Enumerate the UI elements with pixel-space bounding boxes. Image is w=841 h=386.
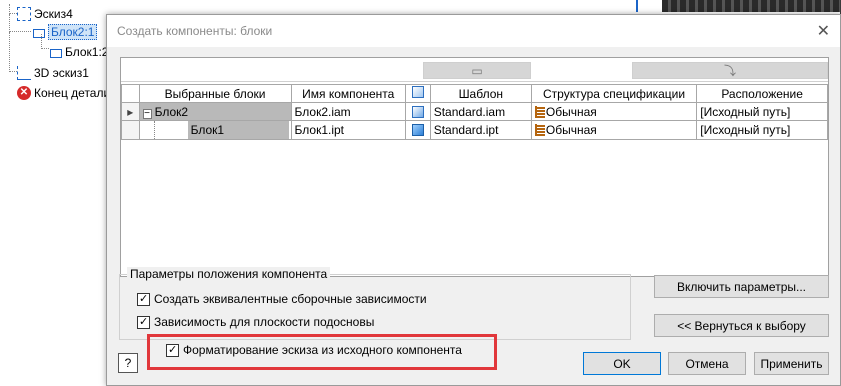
checkbox[interactable] (137, 292, 150, 306)
tree-connector (9, 4, 17, 14)
option-label: Зависимость для плоскости подосновы (154, 315, 375, 329)
new-document-button[interactable]: ▭ (423, 62, 531, 79)
assembly-icon (411, 105, 424, 118)
type-cell[interactable] (404, 102, 431, 121)
checkbox[interactable] (166, 343, 179, 357)
checkbox[interactable] (137, 315, 150, 329)
component-type-icon (411, 86, 424, 98)
dialog-titlebar: Создать компоненты: блоки ✕ (107, 15, 840, 47)
background-edge (636, 0, 638, 12)
component-name-cell[interactable]: Блок2.iam (290, 102, 406, 121)
model-browser: Эскиз4 Блок2:1 Блок1:2 3D эскиз1 ✕ Конец… (0, 0, 110, 386)
document-icon: ▭ (471, 63, 483, 78)
block-name-cell[interactable]: − Блок2 (138, 102, 292, 121)
bom-structure-value: Обычная (545, 123, 597, 137)
row-marker: ▸ (121, 102, 140, 121)
column-header[interactable]: Расположение (696, 84, 828, 103)
equivalent-constraints-option[interactable]: Создать эквивалентные сборочные зависимо… (137, 292, 427, 306)
sketch-3d-icon (17, 66, 31, 80)
column-header[interactable]: Шаблон (429, 84, 532, 103)
location-cell[interactable]: [Исходный путь] (696, 120, 828, 140)
grid-toolbar: ▭ ⤵ (121, 58, 828, 82)
column-header[interactable]: Структура спецификации (530, 84, 698, 103)
group-legend: Параметры положения компонента (127, 267, 331, 281)
component-name-cell[interactable]: Блок1.ipt (290, 120, 406, 140)
background-viewport (662, 0, 841, 12)
corner-cell (121, 84, 140, 103)
help-icon: ? (124, 356, 132, 370)
block-name: Блок2 (154, 104, 189, 119)
tree-connector (9, 32, 17, 72)
table-header-row: Выбранные блоки Имя компонента Шаблон Ст… (121, 84, 828, 103)
bom-structure-cell[interactable]: Обычная (530, 120, 698, 140)
option-label: Форматирование эскиза из исходного компо… (183, 343, 462, 357)
ok-button[interactable]: OK (583, 352, 661, 375)
expand-toggle[interactable]: − (142, 108, 152, 119)
tree-item-end-of-part[interactable]: ✕ Конец детали (17, 83, 110, 103)
type-cell[interactable] (404, 120, 431, 140)
base-plane-constraint-option[interactable]: Зависимость для плоскости подосновы (137, 315, 374, 329)
tree-connector (9, 14, 31, 32)
format-sketch-option[interactable]: Форматирование эскиза из исходного компо… (166, 343, 462, 357)
create-components-dialog: Создать компоненты: блоки ✕ ▭ ⤵ Выбранны… (106, 14, 841, 386)
dialog-title: Создать компоненты: блоки (117, 24, 273, 38)
tree-item-block1[interactable]: Блок1:2 (50, 42, 108, 62)
table-row[interactable]: Блок1 Блок1.ipt Standard.ipt Обычная [Ис… (121, 120, 828, 140)
bom-structure-cell[interactable]: Обычная (530, 102, 698, 121)
replace-icon: ⤵ (723, 64, 736, 78)
option-label: Создать эквивалентные сборочные зависимо… (154, 292, 427, 306)
tree-item-label: Блок1:2 (65, 45, 109, 59)
back-to-selection-button[interactable]: << Вернуться к выбору (654, 314, 829, 337)
tree-item-label: Конец детали (34, 86, 111, 100)
template-cell[interactable]: Standard.ipt (429, 120, 532, 140)
block-name: Блок1 (187, 121, 289, 139)
help-button[interactable]: ? (118, 353, 138, 373)
replace-button[interactable]: ⤵ (632, 62, 828, 79)
components-table: Выбранные блоки Имя компонента Шаблон Ст… (121, 84, 828, 140)
column-header[interactable]: Выбранные блоки (138, 84, 292, 103)
column-header-icon[interactable] (404, 84, 431, 103)
bom-structure-value: Обычная (545, 104, 597, 119)
block-name-cell[interactable]: Блок1 (138, 120, 292, 140)
close-icon[interactable]: ✕ (817, 21, 830, 41)
position-options-group: Параметры положения компонента Создать э… (119, 267, 631, 340)
block-icon (50, 48, 62, 58)
bom-structure-icon (534, 124, 545, 136)
include-parameters-button[interactable]: Включить параметры... (654, 275, 829, 298)
template-cell[interactable]: Standard.iam (429, 102, 532, 121)
tree-item-label: Блок2:1 (48, 24, 98, 40)
components-grid: ▭ ⤵ Выбранные блоки Имя компонента Шабло… (120, 57, 829, 277)
tree-item-label: Эскиз4 (34, 7, 73, 21)
table-row[interactable]: ▸ − Блок2 Блок2.iam Standard.iam Обычная … (121, 102, 828, 121)
tree-connector (153, 121, 188, 139)
tree-connector (41, 34, 49, 49)
location-cell[interactable]: [Исходный путь] (696, 102, 828, 121)
cancel-button[interactable]: Отмена (668, 352, 746, 375)
column-header[interactable]: Имя компонента (290, 84, 406, 103)
tree-item-3d-sketch1[interactable]: 3D эскиз1 (17, 63, 89, 83)
row-marker (121, 120, 140, 140)
tree-item-label: 3D эскиз1 (34, 66, 89, 80)
end-of-part-icon: ✕ (17, 86, 31, 100)
apply-button[interactable]: Применить (754, 352, 829, 375)
bom-structure-icon (534, 105, 545, 118)
part-icon (411, 124, 424, 136)
